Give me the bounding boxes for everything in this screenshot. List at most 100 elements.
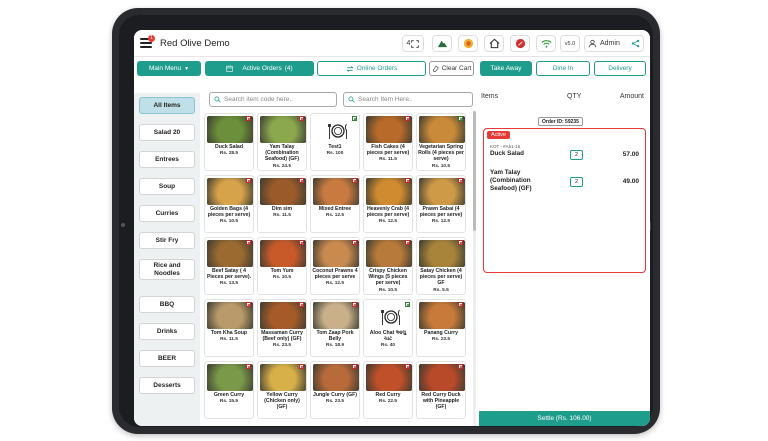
menu-item-card[interactable]: Green Curry Rs. 15.5 xyxy=(204,361,254,419)
menu-item-card[interactable]: Red Curry Rs. 22.5 xyxy=(363,361,413,419)
home-button[interactable] xyxy=(484,35,504,52)
menu-item-price: Rs. 10.5 xyxy=(378,287,398,293)
menu-item-price: Rs. 10.5 xyxy=(219,219,239,225)
menu-item-name: Yam Talay (Combination Seafood) (GF) xyxy=(264,144,300,163)
menu-item-name: Tom Zaap Pork Belly xyxy=(316,330,354,343)
wifi-button[interactable] xyxy=(536,35,556,52)
qr-count: 4 xyxy=(406,40,411,47)
menu-item-card[interactable]: Tom Yum Rs. 10.5 xyxy=(257,237,307,295)
category-salad[interactable]: Salad 20 xyxy=(139,124,195,141)
menu-item-card[interactable]: Satay Chicken (4 pieces per serve) GF Rs.… xyxy=(416,237,466,295)
clear-cart-button[interactable]: Clear Cart xyxy=(429,61,474,76)
menu-item-label: Duck Salad Rs. 28.5 xyxy=(206,144,252,157)
take-away-button[interactable]: Take Away xyxy=(480,61,532,76)
menu-item-price: Rs. 12.5 xyxy=(325,281,345,287)
order-line-qty[interactable]: 2 xyxy=(570,150,583,160)
category-stir-fry[interactable]: Stir Fry xyxy=(139,232,195,249)
menu-item-card[interactable]: Yam Talay (Combination Seafood) (GF) Rs. … xyxy=(257,113,307,171)
take-away-label: Take Away xyxy=(490,65,522,72)
main-menu-dropdown[interactable]: Main Menu ▼ xyxy=(137,61,201,76)
menu-item-card[interactable]: Dim sim Rs. 11.5 xyxy=(257,175,307,233)
menu-item-card[interactable]: Jungle Curry (GF) Rs. 23.5 xyxy=(310,361,360,419)
item-name-search[interactable]: Search Item Here.. xyxy=(343,92,473,107)
category-soup[interactable]: Soup xyxy=(139,178,195,195)
dine-in-button[interactable]: Dine In xyxy=(536,61,590,76)
menu-item-label: Tom Yum Rs. 10.5 xyxy=(259,268,305,281)
menu-item-card[interactable]: Tom Kha Soup Rs. 11.5 xyxy=(204,299,254,357)
menu-item-card[interactable]: Crispy Chicken Wings (5 pieces per serve… xyxy=(363,237,413,295)
version-button[interactable]: v5.0 xyxy=(560,35,580,52)
menu-item-price: Rs. 11.5 xyxy=(379,157,397,163)
veg-indicator-icon xyxy=(352,116,357,121)
menu-item-name: Red Curry xyxy=(375,392,401,398)
category-drinks[interactable]: Drinks xyxy=(139,323,195,340)
menu-item-card[interactable]: Aloo Chat આલુ ચાટ Rs. 40 xyxy=(363,299,413,357)
order-line-qty[interactable]: 2 xyxy=(570,177,583,187)
menu-item-label: Test1 Rs. 100 xyxy=(312,144,358,157)
menu-item-card[interactable]: Tom Zaap Pork Belly Rs. 18.9 xyxy=(310,299,360,357)
menu-item-card[interactable]: Coconut Prawns 4 pieces per serve Rs. 12.… xyxy=(310,237,360,295)
menu-item-card[interactable]: Duck Salad Rs. 28.5 xyxy=(204,113,254,171)
status-badge: Active xyxy=(487,131,510,139)
category-desserts[interactable]: Desserts xyxy=(139,377,195,394)
menu-item-label: Green Curry Rs. 15.5 xyxy=(206,392,252,405)
active-orders-button[interactable]: Active Orders (4) xyxy=(205,61,314,76)
calendar-icon xyxy=(226,65,234,72)
menu-item-label: Massaman Curry (Beef only) (GF) Rs. 23.5 xyxy=(259,330,305,350)
eraser-icon xyxy=(432,65,439,72)
menu-item-card[interactable]: Panang Curry Rs. 23.5 xyxy=(416,299,466,357)
menu-item-card[interactable]: Beef Satay ( 4 Pieces per serve). Rs. 13.… xyxy=(204,237,254,295)
delivery-button[interactable]: Delivery xyxy=(594,61,646,76)
category-all-items[interactable]: All Items xyxy=(139,97,195,114)
clear-cart-label: Clear Cart xyxy=(441,65,472,72)
category-bbq[interactable]: BBQ xyxy=(139,296,195,313)
menu-item-label: Coconut Prawns 4 pieces per serve Rs. 12.… xyxy=(312,268,358,288)
menu-item-card[interactable]: Yellow Curry (Chicken only) (GF) xyxy=(257,361,307,419)
category-curries[interactable]: Curries xyxy=(139,205,195,222)
menu-item-label: Fish Cakes (4 pieces per serve) Rs. 11.5 xyxy=(365,144,411,164)
menu-item-card[interactable]: Prawn Sabai (4 pieces per serve) Rs. 12.5 xyxy=(416,175,466,233)
user-menu[interactable]: Admin xyxy=(584,35,644,52)
order-line-amount: 57.00 xyxy=(622,151,639,158)
menu-item-price: Rs. 13.5 xyxy=(219,281,239,287)
food-button[interactable] xyxy=(458,35,478,52)
wifi-icon xyxy=(541,40,551,48)
delivery-label: Delivery xyxy=(608,65,632,72)
menu-item-name: Massaman Curry (Beef only) (GF) xyxy=(261,330,303,343)
non-veg-indicator-icon xyxy=(352,302,357,307)
offer-button[interactable] xyxy=(510,35,530,52)
category-entrees[interactable]: Entrees xyxy=(139,151,195,168)
menu-item-card[interactable]: Vegetarian Spring Rolls (4 pieces per se… xyxy=(416,113,466,171)
menu-item-label: Red Curry Rs. 22.5 xyxy=(365,392,411,405)
chevron-down-icon: ▼ xyxy=(184,65,190,72)
menu-item-card[interactable]: Massaman Curry (Beef only) (GF) Rs. 23.5 xyxy=(257,299,307,357)
user-name: Admin xyxy=(600,40,620,47)
menu-item-label: Red Curry Duck with Pineapple (GF) xyxy=(418,392,464,412)
category-beer[interactable]: BEER xyxy=(139,350,195,367)
menu-item-price: Rs. 23.5 xyxy=(431,337,451,343)
menu-item-name: Prawn Sabai (4 pieces per serve) xyxy=(419,206,463,219)
menu-item-card[interactable]: Test1 Rs. 100 xyxy=(310,113,360,171)
menu-item-card[interactable]: Heavenly Crab (4 pieces per serve) Rs. 12… xyxy=(363,175,413,233)
online-orders-button[interactable]: Online Orders xyxy=(317,61,426,76)
item-code-search[interactable]: Search item code here.. xyxy=(209,92,337,107)
mountain-button[interactable] xyxy=(432,35,452,52)
qr-scan-button[interactable]: 4 xyxy=(402,35,424,52)
non-veg-indicator-icon xyxy=(246,240,251,245)
menu-item-card[interactable]: Mixed Entree Rs. 12.5 xyxy=(310,175,360,233)
settle-button[interactable]: Settle (Rs. 106.00) xyxy=(479,411,650,426)
veg-indicator-icon xyxy=(458,116,463,121)
menu-item-card[interactable]: Red Curry Duck with Pineapple (GF) xyxy=(416,361,466,419)
menu-item-card[interactable]: Fish Cakes (4 pieces per serve) Rs. 11.5 xyxy=(363,113,413,171)
fork-knife-plate-icon xyxy=(381,309,400,325)
menu-item-card[interactable]: Golden Bags (4 pieces per serve) Rs. 10.5 xyxy=(204,175,254,233)
grid-scrollbar[interactable] xyxy=(473,111,476,426)
main-menu-label: Main Menu xyxy=(148,65,182,72)
menu-item-name: Vegetarian Spring Rolls (4 pieces per se… xyxy=(418,144,464,163)
menu-item-label: Dim sim Rs. 11.5 xyxy=(259,206,305,219)
non-veg-indicator-icon xyxy=(405,240,410,245)
non-veg-indicator-icon xyxy=(299,302,304,307)
active-order-card[interactable]: Active KOT - #Ab1-15 Duck Salad 2 57.00 … xyxy=(483,128,646,273)
category-rice-noodles[interactable]: Rice and Noodles xyxy=(139,259,195,280)
active-orders-label: Active Orders xyxy=(242,65,282,72)
